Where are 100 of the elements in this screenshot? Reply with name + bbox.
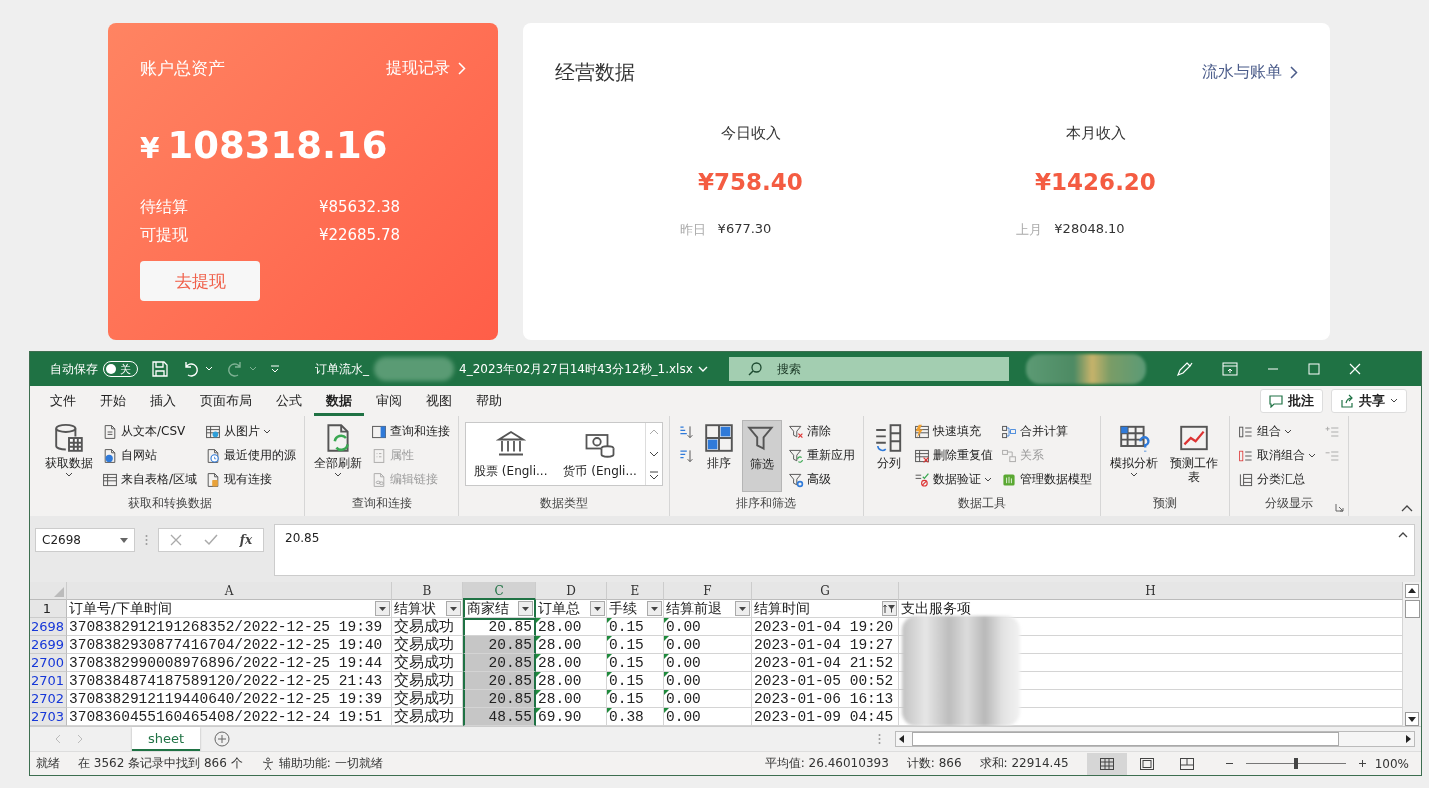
stat-label: 今日收入 <box>720 124 781 143</box>
ribbon-button[interactable]: 分列 <box>869 420 908 492</box>
ribbon-button[interactable]: 合并计算 <box>998 420 1094 443</box>
name-box[interactable]: C2698 <box>35 528 135 552</box>
ribbon-button[interactable]: 排序 <box>699 420 738 492</box>
filter-dropdown-icon[interactable] <box>590 601 605 616</box>
undo-icon[interactable] <box>182 360 200 378</box>
row-header[interactable]: 2701 <box>30 672 67 690</box>
comments-button[interactable]: 批注 <box>1260 389 1323 413</box>
data-type-button[interactable]: 货币 (Engli... <box>555 423 645 485</box>
table-cell: 28.00 <box>536 672 607 690</box>
caret-icon[interactable] <box>697 365 708 373</box>
ribbon-tab[interactable]: 审阅 <box>364 386 414 416</box>
column-header[interactable]: F <box>664 582 752 600</box>
file-title: 订单流水_ <box>315 360 369 378</box>
caret-icon[interactable] <box>205 366 213 372</box>
row-header[interactable]: 2699 <box>30 636 67 654</box>
ribbon-button[interactable]: 组合 <box>1235 420 1318 443</box>
drag-handle-icon[interactable] <box>878 733 881 745</box>
ribbon-button[interactable]: 来自表格/区域 <box>100 468 200 491</box>
ribbon-button[interactable]: 高级 <box>785 468 857 491</box>
customize-toolbar-icon[interactable] <box>270 364 280 374</box>
dropdown-icon <box>120 537 128 543</box>
ribbon-tab[interactable]: 文件 <box>38 386 88 416</box>
horizontal-scrollbar[interactable] <box>895 731 1415 747</box>
collapse-ribbon-icon[interactable] <box>1401 504 1413 512</box>
filter-dropdown-icon[interactable] <box>446 601 461 616</box>
ribbon-button[interactable]: 现有连接 <box>203 468 299 491</box>
row-header[interactable]: 2702 <box>30 690 67 708</box>
ribbon-button[interactable]: 快速填充 <box>911 420 995 443</box>
statements-link[interactable]: 流水与账单 <box>1202 62 1298 83</box>
zoom-in-icon[interactable] <box>1357 759 1367 768</box>
column-header[interactable]: G <box>752 582 899 600</box>
table-cell: 0.15 <box>607 618 664 636</box>
ribbon-button[interactable]: 模拟分析 <box>1106 420 1161 492</box>
scroll-up-icon[interactable] <box>1405 584 1419 598</box>
page-break-icon <box>1179 757 1194 770</box>
add-sheet-icon[interactable] <box>214 731 231 747</box>
group-label: 获取和转换数据 <box>128 495 212 512</box>
ribbon-display-icon[interactable] <box>1221 362 1238 376</box>
ribbon-tab[interactable]: 开始 <box>88 386 138 416</box>
caret-icon <box>1283 428 1292 435</box>
ribbon-button[interactable]: 全部刷新 <box>311 420 366 492</box>
sheet-tab[interactable]: sheet <box>132 727 201 751</box>
ribbon-tab[interactable]: 页面布局 <box>188 386 264 416</box>
ribbon-tab[interactable]: 数据 <box>314 386 364 416</box>
search-field[interactable]: 搜索 <box>728 357 1009 381</box>
ribbon-button[interactable]: 管理数据模型 <box>998 468 1094 491</box>
formula-field[interactable]: 20.85 <box>274 524 1415 576</box>
sort-filter-icon[interactable] <box>882 601 897 616</box>
view-button[interactable] <box>1086 752 1127 775</box>
row-header[interactable]: 2703 <box>30 708 67 726</box>
filter-dropdown-icon[interactable] <box>518 601 533 616</box>
ribbon-button[interactable]: 预测工作表 <box>1164 420 1223 492</box>
column-header[interactable]: D <box>536 582 607 600</box>
advanced-filter-icon <box>787 471 804 488</box>
maximize-icon[interactable] <box>1307 363 1320 375</box>
row-header[interactable]: 1 <box>30 600 67 618</box>
close-icon[interactable] <box>1348 363 1361 375</box>
drag-handle-icon[interactable] <box>145 534 148 546</box>
ribbon-button[interactable]: 获取数据 <box>42 420 96 492</box>
column-header[interactable]: H <box>899 582 1403 600</box>
status-text: 辅助功能: 一切就绪 <box>278 755 383 772</box>
dialog-launcher-icon[interactable] <box>1334 503 1344 512</box>
row-header[interactable]: 2700 <box>30 654 67 672</box>
save-icon[interactable] <box>151 360 169 378</box>
zoom-level[interactable]: 100% <box>1374 756 1409 771</box>
filter-dropdown-icon[interactable] <box>647 601 662 616</box>
ribbon-button[interactable]: 自网站 <box>100 444 200 467</box>
status-text: 平均值: 26.46010393 <box>764 755 889 772</box>
column-header[interactable]: A <box>67 582 392 600</box>
ribbon-button[interactable]: 从图片 <box>203 420 299 443</box>
ribbon-tab[interactable]: 帮助 <box>464 386 514 416</box>
column-header[interactable]: E <box>607 582 664 600</box>
filter-dropdown-icon[interactable] <box>375 601 390 616</box>
scroll-down-icon[interactable] <box>1405 712 1419 726</box>
ribbon-button[interactable]: 数据验证 <box>911 468 995 491</box>
ribbon-button[interactable]: 删除重复值 <box>911 444 995 467</box>
pen-icon[interactable] <box>1174 360 1193 378</box>
collapse-icon[interactable] <box>1398 531 1408 538</box>
column-header[interactable]: C <box>463 582 536 600</box>
ribbon-tab[interactable]: 公式 <box>264 386 314 416</box>
ribbon-button[interactable]: 取消组合 <box>1235 444 1318 467</box>
ribbon-button[interactable]: 最近使用的源 <box>203 444 299 467</box>
ribbon-button[interactable]: 从文本/CSV <box>100 420 200 443</box>
check-icon[interactable] <box>203 534 218 546</box>
share-button[interactable]: 共享 <box>1331 389 1407 413</box>
scrollbar-thumb[interactable] <box>1404 600 1420 618</box>
ribbon-button[interactable]: 重新应用 <box>785 444 857 467</box>
data-type-button[interactable]: 股票 (Engli... <box>466 423 556 485</box>
ribbon-tab[interactable]: 视图 <box>414 386 464 416</box>
table-cell: 0.00 <box>664 636 752 654</box>
insert-function-button[interactable]: fx <box>239 533 253 547</box>
ribbon-button[interactable]: 清除 <box>785 420 857 443</box>
ribbon-button[interactable]: 查询和连接 <box>369 420 453 443</box>
row-header[interactable]: 2698 <box>30 618 67 636</box>
filter-dropdown-icon[interactable] <box>735 601 750 616</box>
ribbon-tab[interactable]: 插入 <box>138 386 188 416</box>
ribbon-button[interactable]: 分类汇总 <box>1235 468 1318 491</box>
ribbon-button[interactable]: 筛选 <box>741 420 782 492</box>
